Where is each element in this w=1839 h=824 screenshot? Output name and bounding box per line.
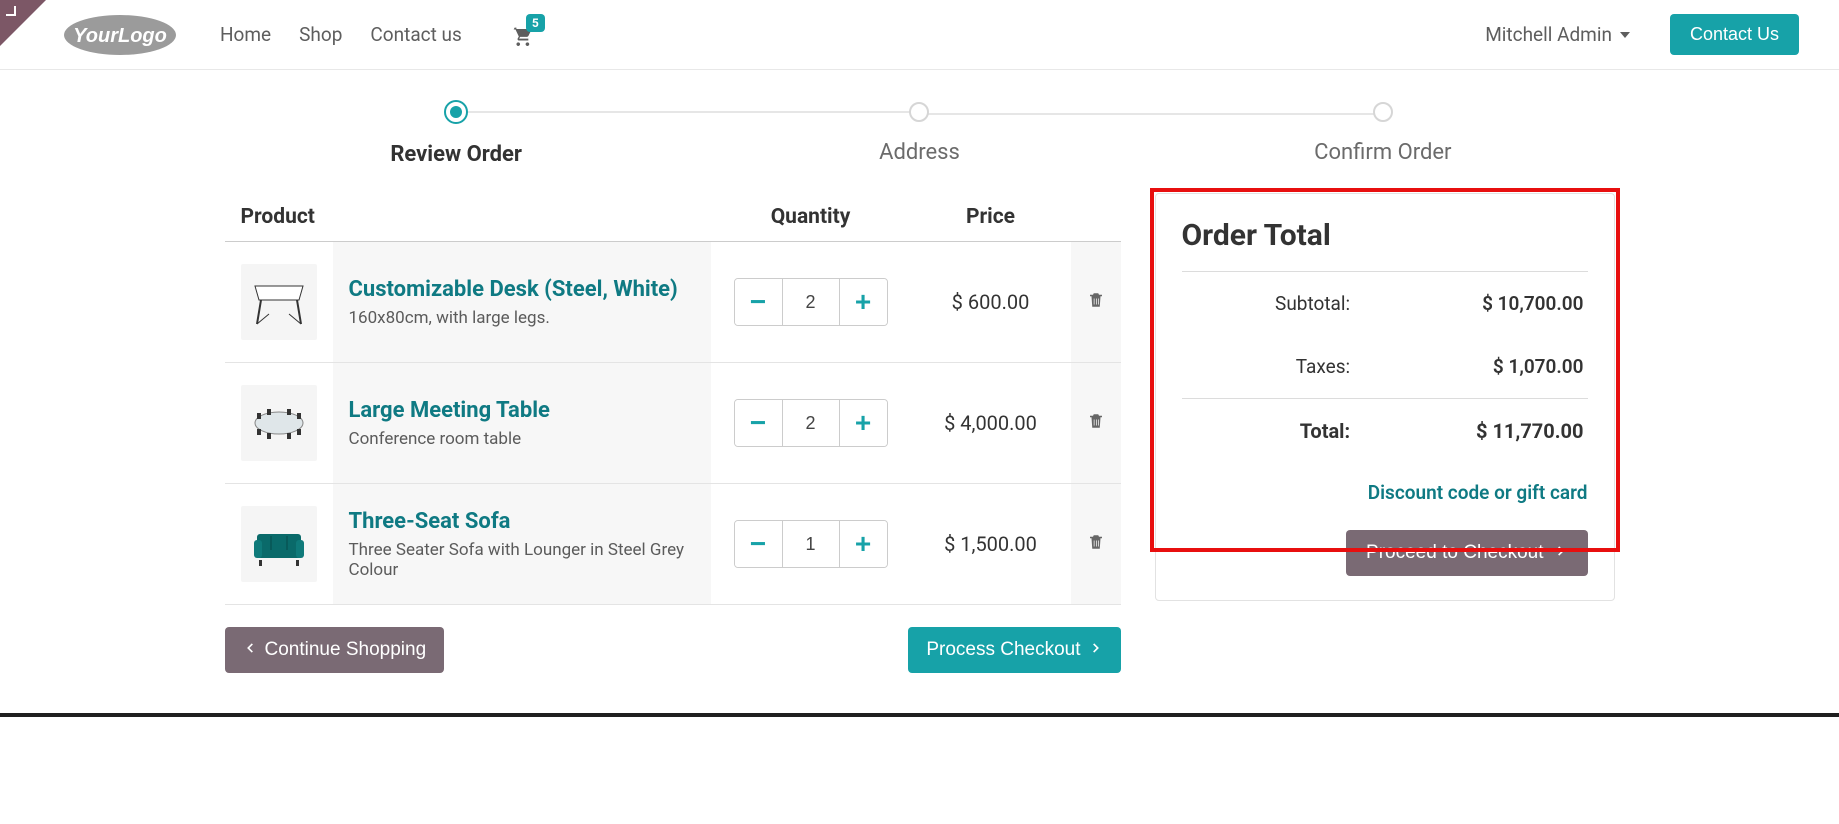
quantity-stepper: − + xyxy=(734,520,888,568)
table-row: Customizable Desk (Steel, White) 160x80c… xyxy=(225,242,1121,363)
remove-item-button[interactable] xyxy=(1087,290,1105,313)
trash-icon xyxy=(1087,290,1105,310)
col-header-quantity: Quantity xyxy=(711,193,911,242)
step-address[interactable]: Address xyxy=(688,102,1151,165)
process-checkout-label: Process Checkout xyxy=(926,639,1080,661)
step-label: Address xyxy=(688,140,1151,165)
process-checkout-button[interactable]: Process Checkout xyxy=(908,627,1120,673)
discount-code-link[interactable]: Discount code or gift card xyxy=(1182,481,1588,504)
chevron-left-icon xyxy=(243,639,257,661)
cart-button[interactable]: 5 xyxy=(510,24,532,46)
svg-text:YourLogo: YourLogo xyxy=(73,25,167,47)
product-description: Conference room table xyxy=(349,429,695,449)
qty-decrease-button[interactable]: − xyxy=(735,521,783,567)
qty-input[interactable] xyxy=(783,521,839,567)
step-dot-icon xyxy=(444,100,468,124)
qty-decrease-button[interactable]: − xyxy=(735,400,783,446)
proceed-checkout-label: Proceed to Checkout xyxy=(1366,542,1543,564)
step-dot-icon xyxy=(1373,102,1393,122)
product-name-link[interactable]: Customizable Desk (Steel, White) xyxy=(349,277,695,302)
remove-item-button[interactable] xyxy=(1087,411,1105,434)
chevron-right-icon xyxy=(1089,639,1103,661)
nav-link-contact[interactable]: Contact us xyxy=(370,23,461,46)
line-price: $ 600.00 xyxy=(911,242,1071,363)
quantity-stepper: − + xyxy=(734,278,888,326)
footer-bar xyxy=(0,713,1839,717)
nav-links: Home Shop Contact us xyxy=(220,23,462,46)
step-dot-icon xyxy=(909,102,929,122)
sofa-icon xyxy=(249,516,309,572)
nav-link-shop[interactable]: Shop xyxy=(299,23,342,46)
topbar: YourLogo Home Shop Contact us 5 Mitchell… xyxy=(0,0,1839,70)
table-row: Three-Seat Sofa Three Seater Sofa with L… xyxy=(225,484,1121,605)
taxes-value: $ 1,070.00 xyxy=(1360,335,1587,399)
corner-accent xyxy=(0,0,46,46)
qty-input[interactable] xyxy=(783,400,839,446)
qty-increase-button[interactable]: + xyxy=(839,521,887,567)
cart-count-badge: 5 xyxy=(526,14,545,32)
product-image[interactable] xyxy=(241,506,317,582)
desk-icon xyxy=(249,274,309,330)
total-label: Total: xyxy=(1182,399,1361,464)
remove-item-button[interactable] xyxy=(1087,532,1105,555)
qty-decrease-button[interactable]: − xyxy=(735,279,783,325)
user-name: Mitchell Admin xyxy=(1485,23,1612,46)
qty-increase-button[interactable]: + xyxy=(839,279,887,325)
step-confirm-order[interactable]: Confirm Order xyxy=(1151,102,1614,165)
product-image[interactable] xyxy=(241,385,317,461)
nav-link-home[interactable]: Home xyxy=(220,23,271,46)
continue-shopping-button[interactable]: Continue Shopping xyxy=(225,627,445,673)
order-total-panel: Order Total Subtotal: $ 10,700.00 Taxes:… xyxy=(1155,193,1615,601)
order-total-heading: Order Total xyxy=(1182,218,1588,253)
trash-icon xyxy=(1087,532,1105,552)
site-logo[interactable]: YourLogo xyxy=(60,13,180,57)
step-label: Review Order xyxy=(225,142,688,167)
step-label: Confirm Order xyxy=(1151,140,1614,165)
product-name-link[interactable]: Three-Seat Sofa xyxy=(349,509,695,534)
table-row: Large Meeting Table Conference room tabl… xyxy=(225,363,1121,484)
col-header-price: Price xyxy=(911,193,1071,242)
taxes-label: Taxes: xyxy=(1182,335,1361,399)
line-price: $ 4,000.00 xyxy=(911,363,1071,484)
qty-increase-button[interactable]: + xyxy=(839,400,887,446)
col-header-product: Product xyxy=(225,193,711,242)
cart-table: Product Quantity Price xyxy=(225,193,1121,605)
subtotal-value: $ 10,700.00 xyxy=(1360,272,1587,336)
quantity-stepper: − + xyxy=(734,399,888,447)
continue-shopping-label: Continue Shopping xyxy=(265,639,427,661)
trash-icon xyxy=(1087,411,1105,431)
checkout-steps: Review Order Address Confirm Order xyxy=(225,100,1615,167)
total-value: $ 11,770.00 xyxy=(1360,399,1587,464)
user-menu[interactable]: Mitchell Admin xyxy=(1485,23,1630,46)
qty-input[interactable] xyxy=(783,279,839,325)
meeting-table-icon xyxy=(249,395,309,451)
step-review-order[interactable]: Review Order xyxy=(225,100,688,167)
product-description: 160x80cm, with large legs. xyxy=(349,308,695,328)
caret-down-icon xyxy=(1620,32,1630,38)
contact-us-button[interactable]: Contact Us xyxy=(1670,14,1799,55)
product-image[interactable] xyxy=(241,264,317,340)
product-name-link[interactable]: Large Meeting Table xyxy=(349,398,695,423)
proceed-checkout-button[interactable]: Proceed to Checkout xyxy=(1346,530,1587,576)
chevron-right-icon xyxy=(1554,542,1568,564)
subtotal-label: Subtotal: xyxy=(1182,272,1361,336)
line-price: $ 1,500.00 xyxy=(911,484,1071,605)
product-description: Three Seater Sofa with Lounger in Steel … xyxy=(349,540,695,580)
